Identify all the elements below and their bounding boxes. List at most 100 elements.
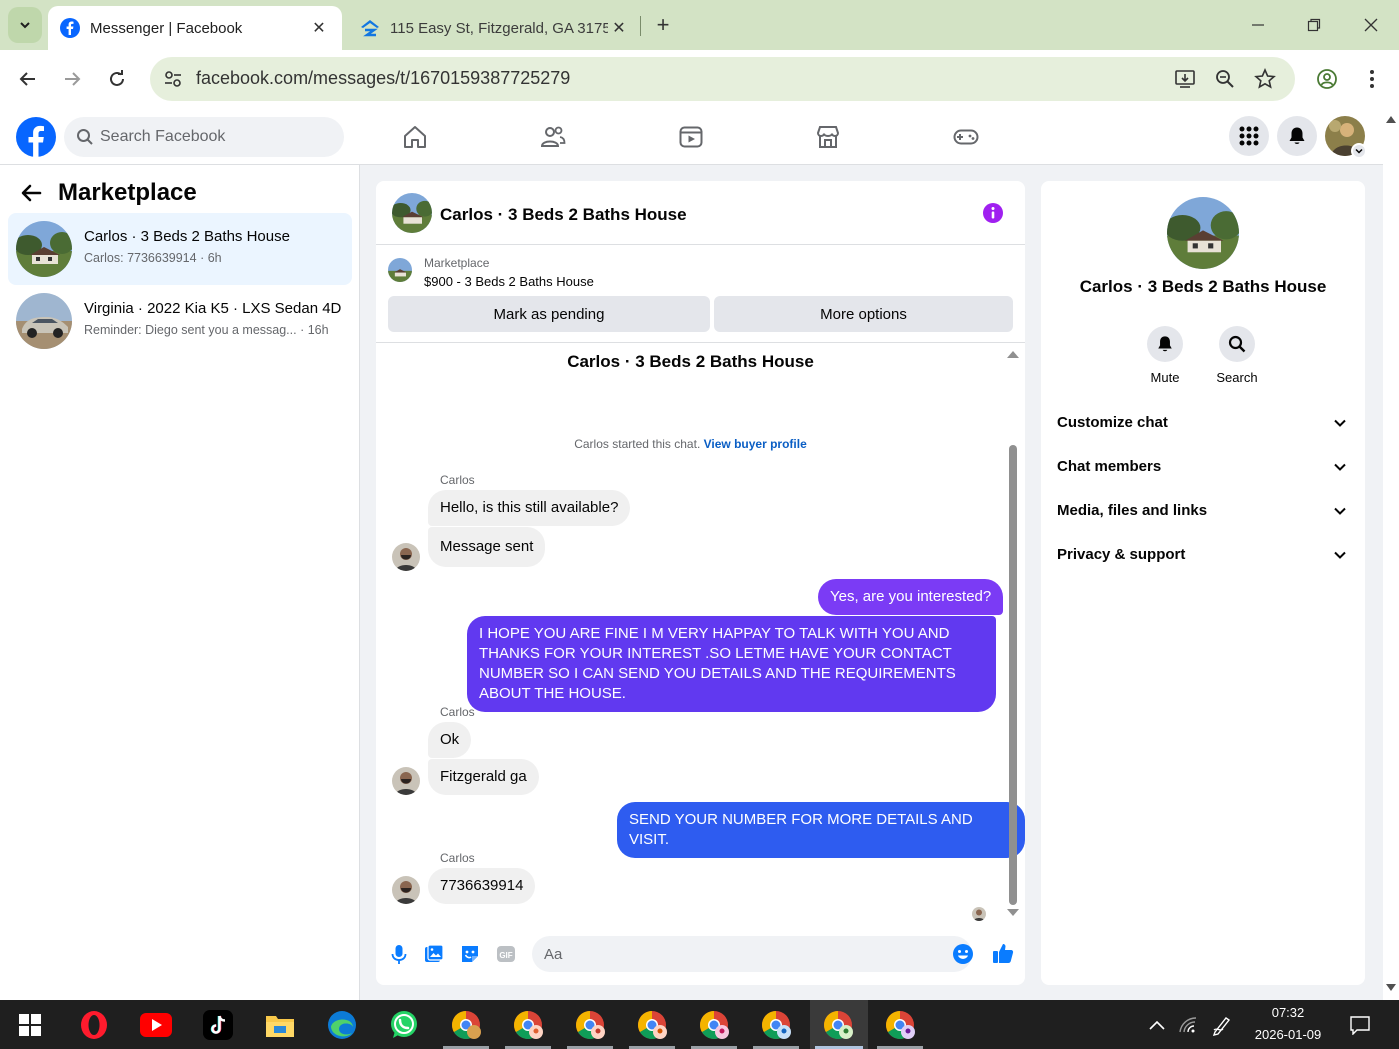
chat-title[interactable]: Carlos · 3 Beds 2 Baths House (440, 205, 687, 225)
incoming-message[interactable]: Hello, is this still available? (428, 490, 631, 526)
section-media-files-links[interactable]: Media, files and links (1049, 489, 1357, 533)
tab-zillow[interactable]: 115 Easy St, Fitzgerald, GA 3175 ✕ (350, 6, 640, 50)
bookmark-star-icon[interactable] (1254, 68, 1276, 90)
reload-button[interactable] (102, 64, 132, 94)
section-customize-chat[interactable]: Customize chat (1049, 401, 1357, 445)
close-window-button[interactable] (1358, 12, 1384, 38)
facebook-search-box[interactable] (64, 117, 344, 157)
mute-circle[interactable] (1147, 326, 1183, 362)
taskbar-edge[interactable] (325, 1008, 359, 1042)
incoming-message[interactable]: Fitzgerald ga (428, 759, 539, 795)
clock-time[interactable]: 07:32 (1250, 1005, 1326, 1020)
account-dropdown[interactable] (1351, 143, 1367, 159)
show-hidden-icons[interactable] (1140, 1008, 1174, 1042)
sender-avatar[interactable] (392, 876, 420, 904)
taskbar-chrome-profile-1[interactable] (449, 1008, 483, 1042)
microphone-icon[interactable] (388, 943, 410, 965)
message-input-box[interactable] (532, 936, 974, 972)
taskbar-chrome-profile-8[interactable] (883, 1008, 917, 1042)
section-chat-members[interactable]: Chat members (1049, 445, 1357, 489)
new-tab-button[interactable]: + (650, 12, 676, 38)
chat-avatar[interactable] (392, 193, 432, 233)
mute-button[interactable]: Mute (1130, 326, 1200, 385)
scroll-down-arrow-icon[interactable] (1386, 984, 1396, 992)
clock-date[interactable]: 2026-01-09 (1244, 1027, 1332, 1042)
conversation-item[interactable]: Carlos · 3 Beds 2 Baths House Carlos: 77… (8, 213, 352, 285)
nav-friends[interactable] (538, 122, 568, 152)
taskbar-chrome-profile-6[interactable] (759, 1008, 793, 1042)
install-app-icon[interactable] (1174, 68, 1196, 90)
menu-button[interactable] (1229, 116, 1269, 156)
sender-avatar[interactable] (392, 543, 420, 571)
restore-button[interactable] (1301, 12, 1327, 38)
emoji-icon[interactable] (952, 943, 974, 965)
taskbar-opera[interactable] (77, 1008, 111, 1042)
facebook-search-input[interactable] (100, 117, 330, 157)
more-options-button[interactable]: More options (714, 296, 1013, 332)
section-privacy-support[interactable]: Privacy & support (1049, 533, 1357, 577)
address-bar[interactable]: facebook.com/messages/t/1670159387725279 (150, 57, 1295, 101)
incoming-message[interactable]: Message sent (428, 527, 546, 567)
scroll-down-arrow-icon[interactable] (1007, 909, 1019, 917)
tab-search-dropdown[interactable] (8, 7, 42, 43)
view-buyer-profile-link[interactable]: View buyer profile (704, 437, 807, 451)
listing-title[interactable]: $900 - 3 Beds 2 Baths House (424, 274, 594, 289)
profile-button[interactable] (1312, 64, 1342, 94)
photo-icon[interactable] (423, 943, 445, 965)
taskbar-chrome-profile-2[interactable] (511, 1008, 545, 1042)
search-conversation-button[interactable]: Search (1202, 326, 1272, 385)
gif-icon[interactable]: GIF (495, 943, 517, 965)
notification-center[interactable] (1343, 1008, 1377, 1042)
profile-avatar[interactable] (1167, 197, 1239, 269)
search-icon (77, 129, 93, 145)
taskbar-chrome-profile-4[interactable] (635, 1008, 669, 1042)
sender-avatar[interactable] (392, 767, 420, 795)
forward-button[interactable] (57, 64, 87, 94)
facebook-logo-icon[interactable] (16, 117, 56, 157)
taskbar-youtube[interactable] (139, 1008, 173, 1042)
minimize-button[interactable] (1245, 12, 1271, 38)
search-circle[interactable] (1219, 326, 1255, 362)
whatsapp-icon (391, 1011, 417, 1038)
start-button[interactable] (13, 1008, 47, 1042)
taskbar-chrome-profile-5[interactable] (697, 1008, 731, 1042)
taskbar-chrome-profile-3[interactable] (573, 1008, 607, 1042)
listing-thumbnail[interactable] (388, 258, 412, 282)
nav-gaming[interactable] (951, 122, 981, 152)
chat-scrollbar[interactable] (1007, 343, 1019, 921)
scroll-up-arrow-icon[interactable] (1386, 115, 1396, 123)
zoom-icon[interactable] (1214, 68, 1236, 90)
tab-messenger[interactable]: Messenger | Facebook ✕ (48, 6, 342, 50)
conversation-item[interactable]: Virginia · 2022 Kia K5 · LXS Sedan 4D Re… (8, 285, 352, 357)
outgoing-message[interactable]: I HOPE YOU ARE FINE I M VERY HAPPAY TO T… (467, 616, 996, 712)
incoming-message[interactable]: 7736639914 (428, 868, 536, 904)
nav-home[interactable] (400, 122, 430, 152)
thumbs-up-icon[interactable] (991, 941, 1015, 965)
outgoing-message[interactable]: SEND YOUR NUMBER FOR MORE DETAILS AND VI… (617, 802, 1025, 858)
taskbar-tiktok[interactable] (201, 1008, 235, 1042)
page-scrollbar[interactable] (1383, 108, 1399, 1000)
scroll-up-arrow-icon[interactable] (1007, 350, 1019, 358)
close-tab-icon[interactable]: ✕ (608, 17, 630, 39)
network-status[interactable] (1171, 1008, 1205, 1042)
incoming-message[interactable]: Ok (428, 722, 472, 758)
notifications-button[interactable] (1277, 116, 1317, 156)
pen-menu[interactable] (1205, 1008, 1239, 1042)
nav-video[interactable] (676, 122, 706, 152)
info-icon[interactable] (983, 203, 1003, 223)
close-tab-icon[interactable]: ✕ (308, 17, 330, 39)
nav-marketplace[interactable] (813, 122, 843, 152)
back-button[interactable] (13, 64, 43, 94)
browser-menu-button[interactable] (1357, 64, 1387, 94)
scroll-thumb[interactable] (1009, 445, 1017, 905)
sticker-icon[interactable] (459, 943, 481, 965)
message-input[interactable] (544, 936, 934, 972)
back-arrow-icon[interactable] (20, 182, 42, 204)
mark-as-pending-button[interactable]: Mark as pending (388, 296, 710, 332)
site-settings-icon[interactable] (162, 68, 184, 90)
message-thread[interactable]: Carlos · 3 Beds 2 Baths House Carlos sta… (376, 343, 1025, 921)
taskbar-chrome-profile-7[interactable] (821, 1008, 855, 1042)
outgoing-message[interactable]: Yes, are you interested? (818, 579, 1004, 615)
taskbar-whatsapp[interactable] (387, 1008, 421, 1042)
taskbar-file-explorer[interactable] (263, 1008, 297, 1042)
